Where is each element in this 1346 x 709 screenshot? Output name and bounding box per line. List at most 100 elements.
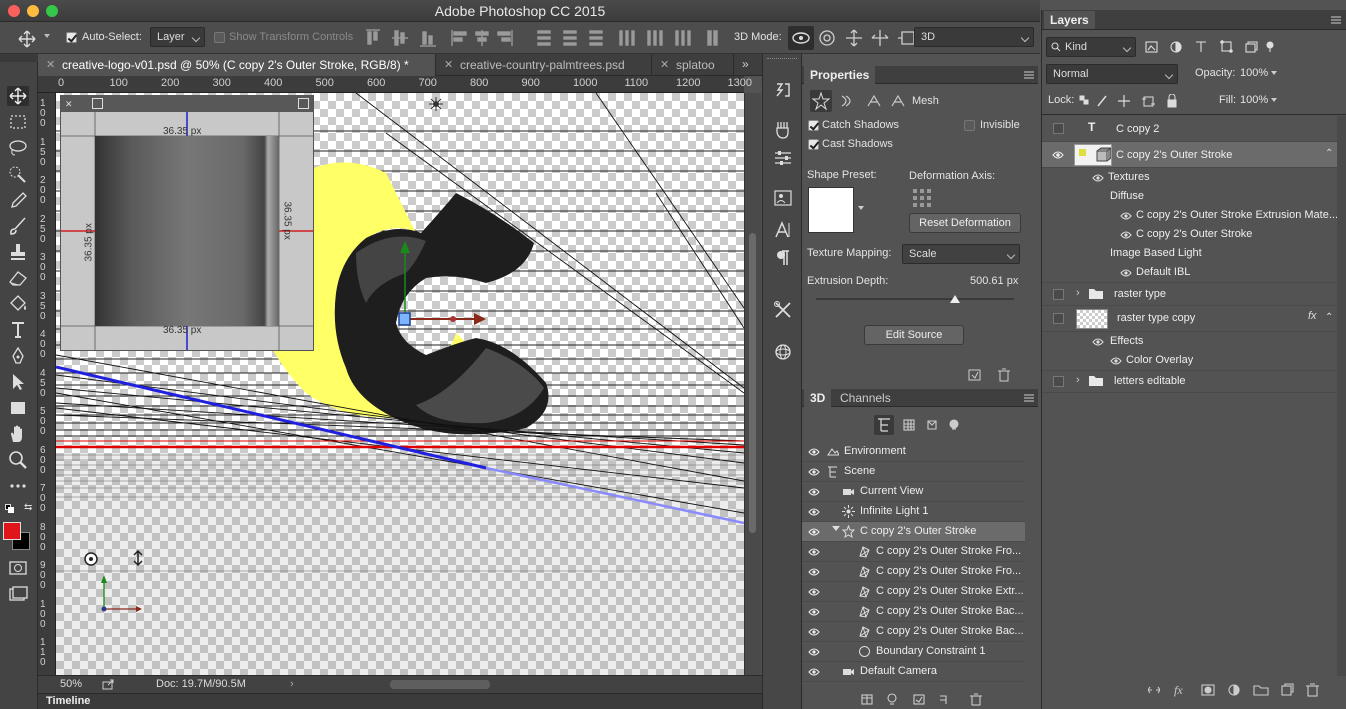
show-transform-checkbox[interactable] (214, 32, 225, 43)
pen-tool-icon[interactable] (7, 346, 29, 366)
3d-scene-item[interactable]: C copy 2's Outer Stroke Extr... (802, 582, 1025, 602)
status-menu-arrow-icon[interactable]: › (290, 678, 294, 690)
mesh-properties-button[interactable] (810, 90, 832, 112)
3d-footer-icons[interactable] (860, 692, 1020, 706)
tab-creative-logo[interactable]: ✕ creative-logo-v01.psd @ 50% (C copy 2's… (38, 54, 436, 76)
more-tools-icon[interactable] (7, 476, 29, 496)
3d-scene-item[interactable]: C copy 2's Outer Stroke Bac... (802, 602, 1025, 622)
swap-colors-icon[interactable]: ⇆ (24, 502, 32, 513)
horizontal-scrollbar-thumb[interactable] (390, 680, 490, 689)
3d-scene-item[interactable]: Scene (802, 462, 1025, 482)
align-distribute-icons[interactable] (364, 28, 724, 48)
layer-row-letters-editable[interactable]: › letters editable (1042, 371, 1337, 393)
eye-icon[interactable] (808, 467, 820, 477)
share-icon[interactable] (102, 679, 114, 690)
shape-preset-thumbnail[interactable] (808, 187, 854, 233)
3d-scene-item[interactable]: Infinite Light 1 (802, 502, 1025, 522)
adjustments-icon[interactable] (773, 148, 793, 168)
layer-visibility-toggle[interactable] (1053, 376, 1064, 387)
eye-icon[interactable] (808, 507, 820, 517)
character-icon[interactable] (773, 220, 793, 240)
marquee-tool-icon[interactable] (7, 112, 29, 132)
layer-visibility-toggle[interactable] (1053, 123, 1064, 134)
tab-country-palmtrees[interactable]: ✕ creative-country-palmtrees.psd (436, 54, 652, 76)
catch-shadows-checkbox[interactable] (808, 120, 819, 131)
tab-channels[interactable]: Channels (834, 389, 897, 407)
tab-3d[interactable]: 3D (804, 389, 832, 407)
layer-row-diffuse[interactable]: Diffuse (1042, 187, 1337, 206)
eye-icon[interactable] (808, 647, 820, 657)
filter-whole-scene-button[interactable] (874, 415, 894, 435)
zoom-tool-icon[interactable] (7, 450, 29, 470)
history-icon[interactable] (773, 80, 793, 100)
layer-row-raster-type-copy[interactable]: raster type copy fx ⌃ (1042, 306, 1337, 332)
eye-icon[interactable] (1120, 211, 1132, 221)
3d-scene-item[interactable]: Boundary Constraint 1 (802, 642, 1025, 662)
layer-row-c-copy-2[interactable]: T C copy 2 (1042, 116, 1337, 142)
close-tab-icon[interactable]: ✕ (660, 58, 669, 71)
3d-scene-item[interactable]: C copy 2's Outer Stroke Fro... (802, 542, 1025, 562)
screen-mode-icon[interactable] (7, 584, 29, 604)
tab-layers[interactable]: Layers (1044, 11, 1095, 29)
eye-icon[interactable] (808, 667, 820, 677)
close-tab-icon[interactable]: ✕ (444, 58, 453, 71)
eye-icon[interactable] (808, 567, 820, 577)
collapse-effects-chevron-icon[interactable]: ⌃ (1325, 312, 1333, 323)
layers-footer-icons[interactable]: fx (1146, 682, 1326, 698)
character-styles-icon[interactable] (773, 188, 793, 208)
fill-value[interactable]: 100% (1240, 94, 1268, 106)
eyedropper-tool-icon[interactable] (7, 190, 29, 210)
scrollbar-thumb[interactable] (749, 233, 756, 533)
eye-icon[interactable] (1120, 268, 1132, 278)
eye-icon[interactable] (1092, 337, 1104, 347)
3d-camera-tools-icons[interactable] (818, 28, 918, 48)
type-tool-icon[interactable] (7, 320, 29, 340)
close-window-icon[interactable]: ✕ (65, 99, 73, 110)
paint-bucket-tool-icon[interactable] (7, 294, 29, 314)
layer-row-raster-type[interactable]: › raster type (1042, 283, 1337, 306)
reset-deformation-button[interactable]: Reset Deformation (909, 213, 1021, 233)
texture-mapping-dropdown[interactable]: Scale (902, 244, 1020, 264)
more-tabs-icon[interactable]: » (742, 57, 749, 71)
eye-icon[interactable] (1092, 173, 1104, 183)
layers-scrollbar[interactable] (1337, 116, 1346, 676)
eye-icon[interactable] (1120, 230, 1132, 240)
texture-window-header[interactable]: ✕ (61, 96, 313, 112)
group-expand-chevron-icon[interactable]: › (1076, 374, 1080, 386)
extrusion-depth-slider[interactable] (816, 295, 1014, 303)
path-selection-tool-icon[interactable] (7, 372, 29, 392)
panel-menu-icon[interactable] (1024, 394, 1034, 402)
foreground-color-swatch[interactable] (3, 522, 21, 540)
layer-visibility-toggle[interactable] (1053, 289, 1064, 300)
eye-icon[interactable] (1052, 150, 1064, 160)
quick-mask-icon[interactable] (7, 558, 29, 578)
eraser-tool-icon[interactable] (7, 268, 29, 288)
clone-stamp-tool-icon[interactable] (7, 242, 29, 262)
shape-preset-chevron-icon[interactable] (858, 206, 864, 210)
3d-scene-item[interactable]: Default Camera (802, 662, 1025, 682)
group-expand-chevron-icon[interactable]: › (1076, 287, 1080, 299)
layer-row-default-ibl[interactable]: Default IBL (1042, 263, 1337, 283)
3d-filter-icons[interactable] (902, 418, 964, 432)
window-menu-icon[interactable] (92, 98, 103, 109)
cast-shadows-checkbox[interactable] (808, 139, 819, 150)
eye-icon[interactable] (808, 447, 820, 457)
tool-preset-chevron-icon[interactable] (44, 34, 50, 38)
timeline-panel-tab[interactable]: Timeline (38, 693, 802, 709)
layer-row-extrusion-material[interactable]: C copy 2's Outer Stroke Extrusion Mate..… (1042, 206, 1338, 225)
layer-row-color-overlay[interactable]: Color Overlay (1042, 351, 1337, 371)
default-colors-icon[interactable]: ⇆ (4, 502, 34, 516)
tab-splatoo[interactable]: ✕ splatoo (652, 54, 734, 76)
3d-materials-icon[interactable] (773, 342, 793, 362)
layer-row-outer-stroke-texture[interactable]: C copy 2's Outer Stroke (1042, 225, 1337, 244)
tab-properties[interactable]: Properties (804, 66, 876, 84)
opacity-value[interactable]: 100% (1240, 67, 1268, 79)
rectangle-tool-icon[interactable] (7, 398, 29, 418)
layer-row-textures[interactable]: Textures (1042, 168, 1337, 187)
eye-icon[interactable] (808, 547, 820, 557)
paragraph-icon[interactable] (773, 248, 793, 268)
layer-visibility-toggle[interactable] (1053, 313, 1064, 324)
lock-icons[interactable] (1078, 94, 1178, 108)
edit-source-button[interactable]: Edit Source (864, 325, 964, 345)
opacity-chevron-icon[interactable] (1271, 71, 1277, 75)
